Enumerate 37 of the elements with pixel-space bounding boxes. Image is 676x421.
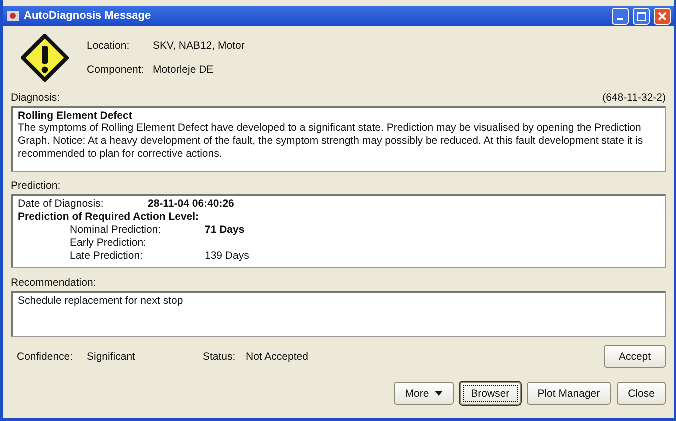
accept-button[interactable]: Accept — [604, 345, 666, 368]
app-icon — [6, 9, 20, 23]
status-label: Status: — [203, 350, 237, 362]
prediction-value: 71 Days — [205, 224, 246, 237]
caret-icon — [435, 391, 444, 396]
prediction-label: Nominal Prediction: — [70, 224, 162, 237]
date-value: 28-11-04 06:40:26 — [148, 198, 236, 211]
maximize-icon — [637, 12, 646, 20]
date-label: Date of Diagnosis: — [18, 198, 105, 211]
section-label: Recommendation: — [11, 277, 96, 289]
field-label: Component: — [87, 64, 146, 76]
dialog-button[interactable]: Browser — [460, 382, 521, 405]
confidence-label: Confidence: — [17, 350, 74, 362]
dialog-button[interactable]: More — [394, 382, 454, 405]
recommendation-text: Schedule replacement for next stop — [18, 295, 184, 307]
window-title: AutoDiagnosis Message — [24, 10, 152, 22]
field-value: Motorleje DE — [153, 64, 215, 76]
section-label: Diagnosis: — [11, 92, 60, 104]
close-button[interactable] — [654, 8, 671, 24]
maximize-button[interactable] — [633, 8, 650, 24]
status-value: Not Accepted — [246, 350, 310, 362]
field-label: Location: — [87, 40, 131, 52]
dialog-button[interactable]: Plot Manager — [526, 382, 612, 405]
prediction-value: 139 Days — [205, 250, 250, 263]
diagnosis-title: Rolling Element Defect — [18, 110, 134, 122]
field-value: SKV, NAB12, Motor — [153, 40, 245, 52]
confidence-value: Significant — [87, 350, 136, 362]
warning-icon — [21, 34, 69, 82]
diagnosis-code: (648-11-32-2) — [602, 92, 666, 104]
minimize-button[interactable] — [612, 8, 629, 24]
close-icon — [658, 12, 667, 20]
section-label: Prediction: — [11, 180, 61, 192]
prediction-label: Early Prediction: — [70, 237, 148, 250]
diagnosis-text: The symptoms of Rolling Element Defect have developed to a significant state. Prediction may be visualised by opening the Prediction Graph. Notice: At a heavy development of the fault, the symptom strength may possibly be reduced. At this fault development state it is recommended to plan for corrective actions. — [18, 122, 644, 161]
dialog-button[interactable]: Close — [617, 382, 666, 405]
prediction-label: Late Prediction: — [70, 250, 144, 263]
prediction-heading: Prediction of Required Action Level: — [18, 211, 200, 224]
